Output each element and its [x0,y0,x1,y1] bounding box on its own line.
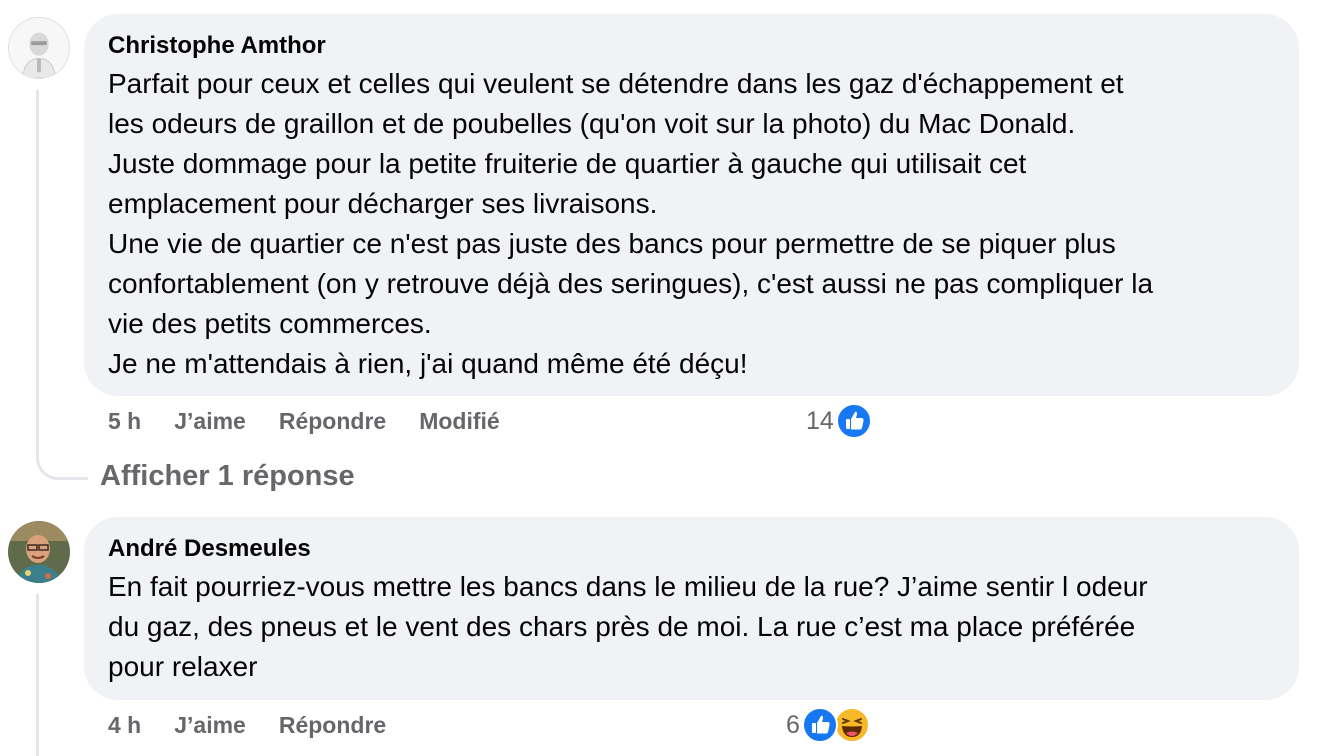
comment-text: En fait pourriez-vous mettre les bancs d… [108,567,1275,687]
comment-timestamp[interactable]: 4 h [108,712,141,739]
edited-label[interactable]: Modifié [419,408,500,435]
comment-timestamp[interactable]: 5 h [108,408,141,435]
comment-bubble: Christophe Amthor Parfait pour ceux et c… [84,14,1299,396]
thread-line-curve [36,440,88,480]
reaction-count: 6 [786,710,800,739]
avatar-image [8,521,70,583]
comment-line: vie des petits commerces. [108,308,432,339]
comment-line: Parfait pour ceux et celles qui veulent … [108,68,1124,99]
like-icon [835,403,872,439]
comment-author[interactable]: Christophe Amthor [108,32,1275,60]
comment-actions: 5 h J’aime Répondre Modifié [108,408,500,435]
reaction-summary[interactable]: 14 [806,403,872,439]
avatar[interactable] [8,17,70,79]
avatar-image [9,18,69,78]
comment-line: Une vie de quartier ce n'est pas juste d… [108,228,1116,259]
comment-line: En fait pourriez-vous mettre les bancs d… [108,571,1148,602]
like-icon [801,707,838,743]
show-replies-link[interactable]: Afficher 1 réponse [100,460,355,493]
avatar[interactable] [8,521,70,583]
comment-line: du gaz, des pneus et le vent des chars p… [108,611,1136,642]
reply-button[interactable]: Répondre [279,408,386,435]
comment-author[interactable]: André Desmeules [108,535,1275,563]
comment-line: emplacement pour décharger ses livraison… [108,188,658,219]
comment-line: confortablement (on y retrouve déjà des … [108,268,1154,299]
comment-line: les odeurs de graillon et de poubelles (… [108,108,1076,139]
reaction-summary[interactable]: 6 [786,707,870,743]
comment-actions: 4 h J’aime Répondre [108,712,386,739]
reply-button[interactable]: Répondre [279,712,386,739]
comment-line: pour relaxer [108,651,258,682]
like-button[interactable]: J’aime [174,408,246,435]
comment-text: Parfait pour ceux et celles qui veulent … [108,64,1275,384]
thread-line [36,594,39,756]
thread-line [36,90,39,462]
comment-line: Juste dommage pour la petite fruiterie d… [108,148,1027,179]
comment-bubble: André Desmeules En fait pourriez-vous me… [84,517,1299,700]
like-button[interactable]: J’aime [174,712,246,739]
haha-icon [833,707,870,743]
comment-line: Je ne m'attendais à rien, j'ai quand mêm… [108,348,748,379]
reaction-count: 14 [806,406,834,435]
